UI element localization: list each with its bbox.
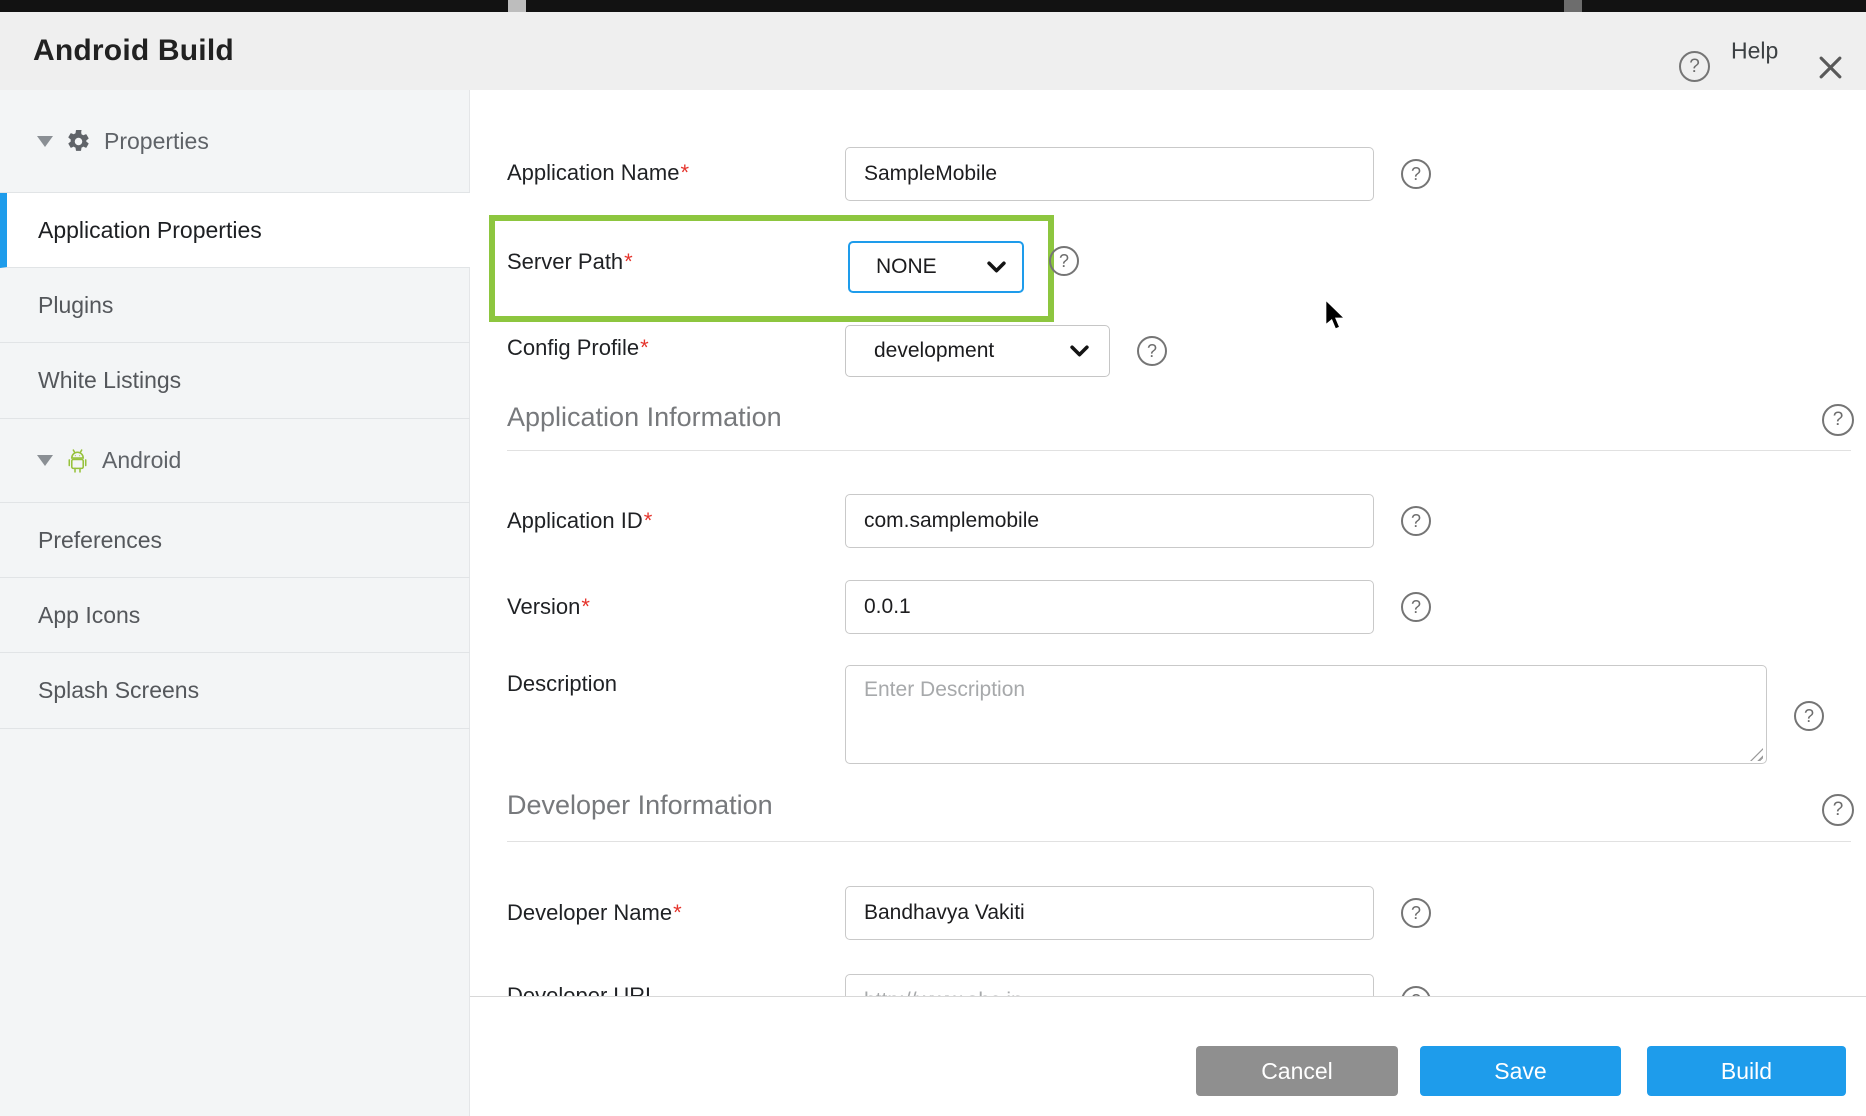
cancel-button[interactable]: Cancel	[1196, 1046, 1398, 1096]
help-circle-icon[interactable]: ?	[1679, 51, 1710, 82]
required-asterisk: *	[640, 335, 649, 360]
help-circle-icon[interactable]: ?	[1401, 898, 1431, 928]
description-textarea[interactable]	[845, 665, 1767, 764]
form-scroll-area: Application Name* ? Server Path* NONE ? …	[470, 90, 1866, 997]
application-name-label: Application Name*	[507, 160, 689, 186]
dialog-header: Android Build ? Help	[0, 12, 1866, 91]
close-icon[interactable]	[1817, 54, 1844, 81]
sidebar: Properties Application Properties Plugin…	[0, 90, 470, 1116]
sidebar-item-application-properties[interactable]: Application Properties	[0, 193, 470, 268]
help-link[interactable]: Help	[1731, 38, 1778, 65]
help-circle-icon[interactable]: ?	[1137, 336, 1167, 366]
description-label: Description	[507, 671, 617, 697]
help-circle-icon[interactable]: ?	[1401, 592, 1431, 622]
application-id-label: Application ID*	[507, 508, 652, 534]
help-circle-icon[interactable]: ?	[1049, 246, 1079, 276]
sidebar-group-label: Android	[102, 447, 181, 474]
sidebar-group-android[interactable]: Android	[0, 419, 470, 503]
help-circle-icon[interactable]: ?	[1401, 159, 1431, 189]
sidebar-group-label: Properties	[104, 128, 209, 155]
sidebar-item-label: Splash Screens	[38, 677, 199, 704]
sidebar-item-app-icons[interactable]: App Icons	[0, 578, 470, 653]
server-path-select[interactable]: NONE	[848, 241, 1024, 293]
config-profile-select[interactable]: development	[845, 325, 1110, 377]
help-circle-icon[interactable]: ?	[1822, 794, 1854, 826]
version-label: Version*	[507, 594, 590, 620]
top-strip-notch	[508, 0, 526, 12]
developer-name-label: Developer Name*	[507, 900, 682, 926]
help-circle-icon[interactable]: ?	[1401, 986, 1431, 997]
application-name-input[interactable]	[845, 147, 1374, 201]
section-divider	[507, 450, 1851, 451]
top-window-strip	[0, 0, 1866, 12]
sidebar-item-plugins[interactable]: Plugins	[0, 268, 470, 343]
developer-url-label: Developer URL	[507, 983, 657, 997]
top-strip-notch	[1564, 0, 1582, 12]
developer-url-input[interactable]	[845, 974, 1374, 997]
required-asterisk: *	[644, 508, 653, 533]
config-profile-label: Config Profile*	[507, 335, 649, 361]
help-circle-icon[interactable]: ?	[1822, 404, 1854, 436]
android-robot-icon	[66, 448, 89, 474]
developer-name-input[interactable]	[845, 886, 1374, 940]
help-circle-icon[interactable]: ?	[1794, 701, 1824, 731]
sidebar-group-properties[interactable]: Properties	[0, 90, 470, 193]
gear-icon	[66, 129, 91, 154]
config-profile-value: development	[874, 339, 994, 363]
server-path-value: NONE	[876, 255, 937, 279]
triangle-down-icon	[37, 136, 53, 147]
application-id-input[interactable]	[845, 494, 1374, 548]
dialog-title: Android Build	[33, 34, 234, 68]
sidebar-item-label: App Icons	[38, 602, 140, 629]
form-panel: Application Name* ? Server Path* NONE ? …	[470, 90, 1866, 1116]
required-asterisk: *	[624, 249, 633, 274]
sidebar-item-label: Preferences	[38, 527, 162, 554]
android-build-dialog: { "window": { "title": "Android Build", …	[0, 0, 1866, 1116]
developer-information-heading: Developer Information	[507, 790, 773, 821]
sidebar-item-label: Application Properties	[38, 217, 262, 244]
required-asterisk: *	[673, 900, 682, 925]
server-path-label: Server Path*	[507, 249, 633, 275]
sidebar-item-label: White Listings	[38, 367, 181, 394]
chevron-down-icon	[1070, 345, 1089, 358]
help-circle-icon[interactable]: ?	[1401, 506, 1431, 536]
application-information-heading: Application Information	[507, 402, 782, 433]
sidebar-item-preferences[interactable]: Preferences	[0, 503, 470, 578]
sidebar-item-splash-screens[interactable]: Splash Screens	[0, 653, 470, 729]
section-divider	[507, 841, 1851, 842]
save-button[interactable]: Save	[1420, 1046, 1621, 1096]
version-input[interactable]	[845, 580, 1374, 634]
triangle-down-icon	[37, 455, 53, 466]
build-button[interactable]: Build	[1647, 1046, 1846, 1096]
sidebar-item-white-listings[interactable]: White Listings	[0, 343, 470, 419]
required-asterisk: *	[581, 594, 590, 619]
chevron-down-icon	[987, 261, 1006, 274]
required-asterisk: *	[680, 160, 689, 185]
sidebar-item-label: Plugins	[38, 292, 113, 319]
